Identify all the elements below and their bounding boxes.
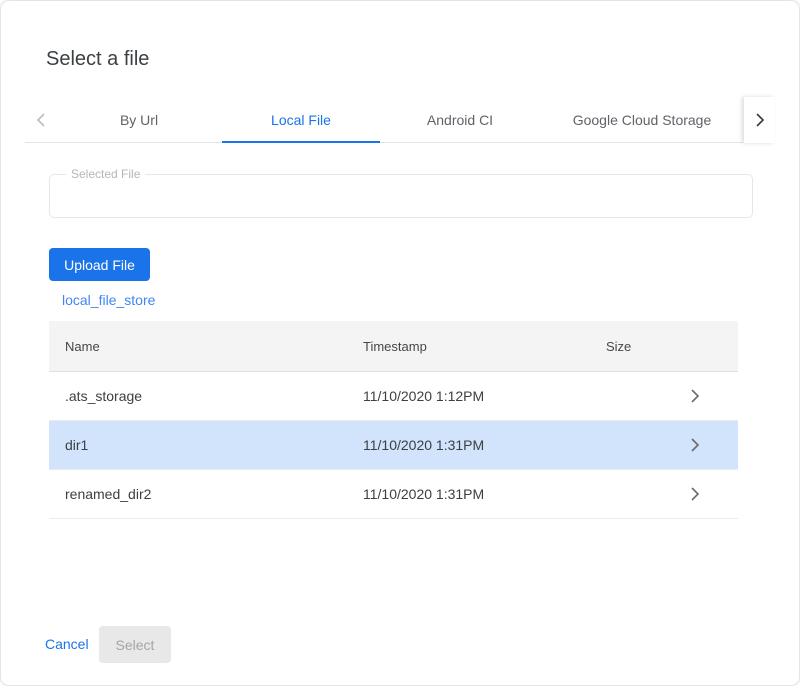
dialog-title: Select a file <box>46 48 149 71</box>
table-row[interactable]: renamed_dir2 11/10/2020 1:31PM <box>49 470 738 519</box>
tab-bar: By Url Local File Android CI Google Clou… <box>25 97 775 143</box>
selected-file-label: Selected File <box>66 167 145 181</box>
tab-local-file[interactable]: Local File <box>222 97 380 143</box>
chevron-right-icon <box>755 113 765 127</box>
table-header-row: Name Timestamp Size <box>49 321 738 372</box>
file-name: dir1 <box>49 437 363 453</box>
chevron-right-icon <box>690 389 700 403</box>
tab-list: By Url Local File Android CI Google Clou… <box>56 97 744 143</box>
column-header-size: Size <box>606 339 686 354</box>
select-file-dialog: Select a file By Url Local File Android … <box>1 1 799 685</box>
file-timestamp: 11/10/2020 1:31PM <box>363 486 606 502</box>
select-button[interactable]: Select <box>99 626 171 663</box>
tab-label: By Url <box>120 112 158 128</box>
chevron-right-icon <box>690 487 700 501</box>
file-table: Name Timestamp Size .ats_storage 11/10/2… <box>49 321 738 519</box>
tab-google-cloud-storage[interactable]: Google Cloud Storage <box>540 97 744 143</box>
upload-file-button[interactable]: Upload File <box>49 248 150 281</box>
column-header-name: Name <box>49 339 363 354</box>
tab-label: Google Cloud Storage <box>573 112 712 128</box>
breadcrumb-local-file-store[interactable]: local_file_store <box>62 292 155 308</box>
open-row-button[interactable] <box>686 438 738 452</box>
selected-file-input[interactable] <box>62 181 740 197</box>
column-header-timestamp: Timestamp <box>363 339 606 354</box>
tabs-scroll-right-button[interactable] <box>744 97 775 143</box>
file-name: renamed_dir2 <box>49 486 363 502</box>
chevron-left-icon <box>36 113 46 127</box>
tab-label: Android CI <box>427 112 493 128</box>
tabs-scroll-left-button[interactable] <box>25 97 56 143</box>
tab-by-url[interactable]: By Url <box>56 97 222 143</box>
selected-file-field: Selected File <box>49 167 753 218</box>
open-row-button[interactable] <box>686 389 738 403</box>
file-name: .ats_storage <box>49 388 363 404</box>
open-row-button[interactable] <box>686 487 738 501</box>
cancel-button[interactable]: Cancel <box>45 636 89 652</box>
tab-label: Local File <box>271 112 331 128</box>
file-timestamp: 11/10/2020 1:31PM <box>363 437 606 453</box>
table-row[interactable]: .ats_storage 11/10/2020 1:12PM <box>49 372 738 421</box>
file-timestamp: 11/10/2020 1:12PM <box>363 388 606 404</box>
chevron-right-icon <box>690 438 700 452</box>
tab-android-ci[interactable]: Android CI <box>380 97 540 143</box>
table-row[interactable]: dir1 11/10/2020 1:31PM <box>49 421 738 470</box>
